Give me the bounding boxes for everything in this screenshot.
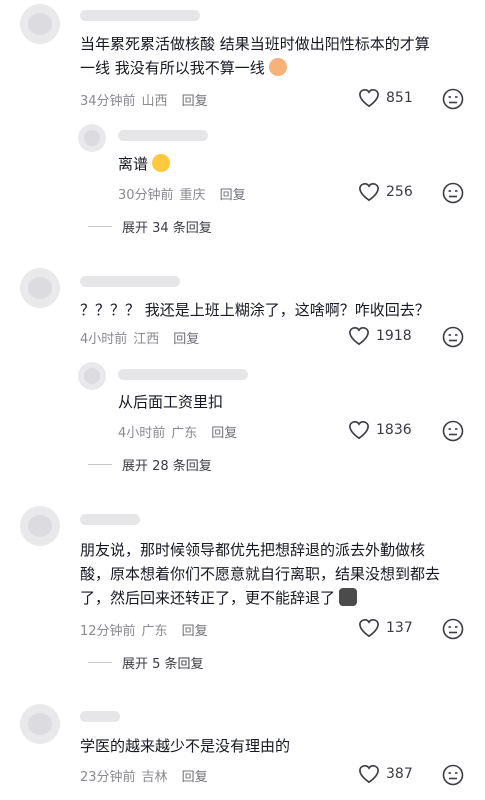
expand-replies-button[interactable]: 展开 5 条回复	[88, 653, 204, 672]
upside-down-face-emoji-icon	[152, 154, 171, 172]
dislike-face-icon[interactable]	[442, 182, 464, 204]
reply-button[interactable]: 回复	[173, 332, 199, 347]
divider	[88, 226, 112, 227]
reply-text: 离谱	[118, 152, 171, 176]
avatar[interactable]	[20, 704, 60, 744]
heart-outline-icon	[359, 764, 379, 784]
like-button[interactable]: 137	[358, 618, 413, 638]
like-button[interactable]: 256	[358, 182, 413, 202]
reply-meta: 30分钟前 重庆 回复	[118, 188, 246, 203]
comment-meta: 12分钟前 广东 回复	[80, 624, 208, 639]
avatar[interactable]	[20, 506, 60, 546]
comment-meta: 4小时前 江西 回复	[80, 332, 200, 347]
like-button[interactable]: 851	[358, 88, 413, 108]
reply-avatar[interactable]	[78, 362, 106, 390]
dislike-face-icon[interactable]	[442, 764, 464, 786]
reply-username-blurred[interactable]	[118, 130, 208, 141]
expand-replies-button[interactable]: 展开 34 条回复	[88, 217, 212, 236]
like-count: 1836	[376, 422, 412, 438]
heart-outline-icon	[359, 88, 379, 108]
comment-text: ？？？？ 我还是上班上糊涂了，这啥啊？咋收回去？	[80, 301, 430, 319]
reply-button[interactable]: 回复	[220, 188, 246, 203]
reply-button[interactable]: 回复	[211, 426, 237, 441]
username-blurred[interactable]	[80, 10, 200, 21]
username-blurred[interactable]	[80, 514, 140, 525]
dislike-face-icon[interactable]	[442, 326, 464, 348]
reply-meta: 4小时前 广东 回复	[118, 426, 238, 441]
like-button[interactable]: 387	[358, 764, 413, 784]
dislike-face-icon[interactable]	[442, 420, 464, 442]
expand-replies-button[interactable]: 展开 28 条回复	[88, 455, 212, 474]
like-button[interactable]: 1836	[348, 420, 412, 440]
reply-text: 从后面工资里扣	[118, 393, 224, 411]
reply-button[interactable]: 回复	[182, 624, 208, 639]
dislike-face-icon[interactable]	[442, 618, 464, 640]
like-count: 137	[386, 620, 413, 636]
comment-text: 朋友说，那时候领导都优先把想辞退的派去外勤做核酸，原本想着你们不愿意就自行离职，…	[80, 541, 441, 607]
like-button[interactable]: 1918	[348, 326, 412, 346]
dislike-face-icon[interactable]	[442, 88, 464, 110]
divider	[88, 662, 112, 663]
avatar[interactable]	[20, 268, 60, 308]
username-blurred[interactable]	[80, 276, 180, 287]
reply-button[interactable]: 回复	[182, 770, 208, 785]
heart-outline-icon	[359, 182, 379, 202]
heart-outline-icon	[359, 618, 379, 638]
comment-meta: 23分钟前 吉林 回复	[80, 770, 208, 785]
crying-face-emoji-icon	[268, 58, 287, 76]
reply-avatar[interactable]	[78, 124, 106, 152]
divider	[88, 464, 112, 465]
reply-button[interactable]: 回复	[182, 94, 208, 109]
like-count: 256	[386, 184, 413, 200]
heart-outline-icon	[349, 420, 369, 440]
avatar[interactable]	[20, 4, 60, 44]
like-count: 851	[386, 90, 413, 106]
username-blurred[interactable]	[80, 711, 120, 722]
reply-username-blurred[interactable]	[118, 369, 248, 380]
cat-emoji-icon	[339, 588, 358, 606]
heart-outline-icon	[349, 326, 369, 346]
like-count: 1918	[376, 328, 412, 344]
like-count: 387	[386, 766, 413, 782]
comment-meta: 34分钟前 山西 回复	[80, 94, 208, 109]
comment-text: 当年累死累活做核酸 结果当班时做出阳性标本的才算一线 我没有所以我不算一线	[80, 35, 430, 77]
comment-text: 学医的越来越少不是没有理由的	[80, 737, 291, 755]
